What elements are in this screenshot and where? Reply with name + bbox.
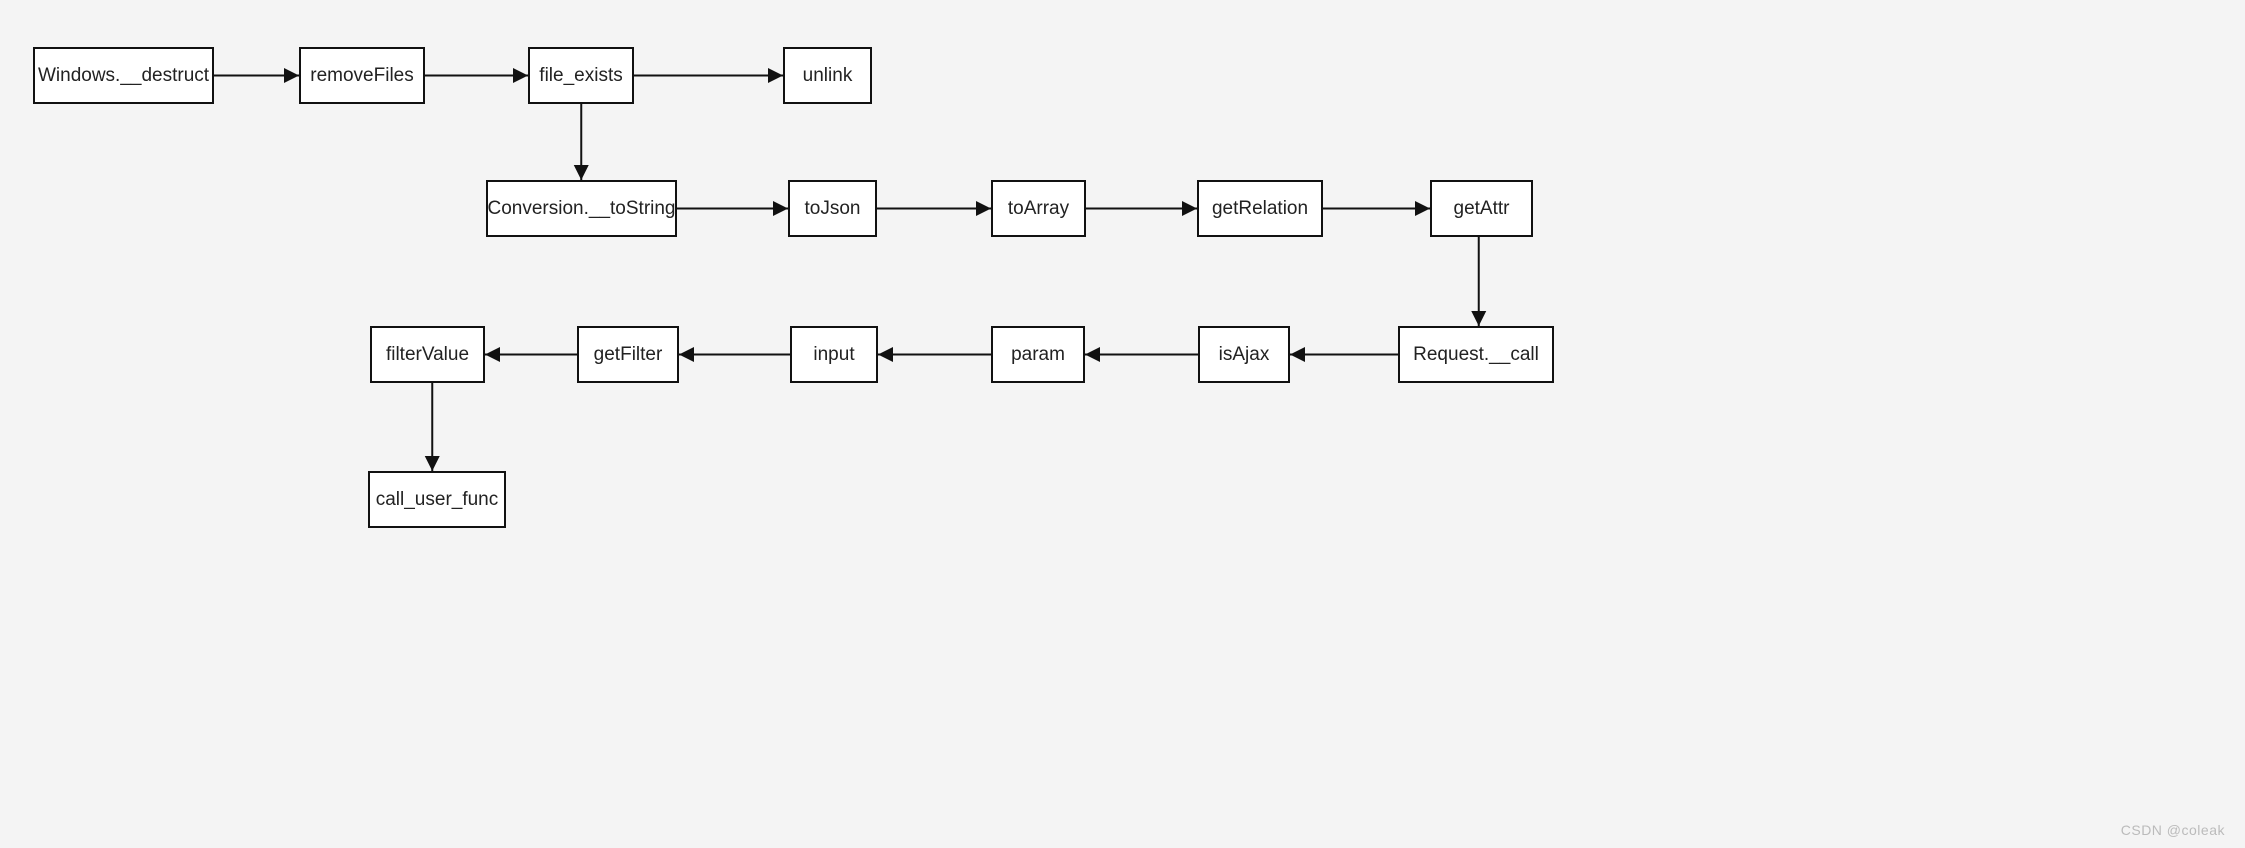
node-windows-destruct: Windows.__destruct [33,47,214,104]
node-conversion-tostring: Conversion.__toString [486,180,677,237]
node-input: input [790,326,878,383]
node-call-user-func: call_user_func [368,471,506,528]
node-getAttr: getAttr [1430,180,1533,237]
node-removeFiles: removeFiles [299,47,425,104]
node-isAjax: isAjax [1198,326,1290,383]
node-toArray: toArray [991,180,1086,237]
node-file-exists: file_exists [528,47,634,104]
node-getRelation: getRelation [1197,180,1323,237]
node-request-call: Request.__call [1398,326,1554,383]
node-getFilter: getFilter [577,326,679,383]
watermark: CSDN @coleak [2121,822,2225,838]
node-unlink: unlink [783,47,872,104]
node-filterValue: filterValue [370,326,485,383]
diagram-edges [0,0,2245,848]
node-param: param [991,326,1085,383]
node-toJson: toJson [788,180,877,237]
